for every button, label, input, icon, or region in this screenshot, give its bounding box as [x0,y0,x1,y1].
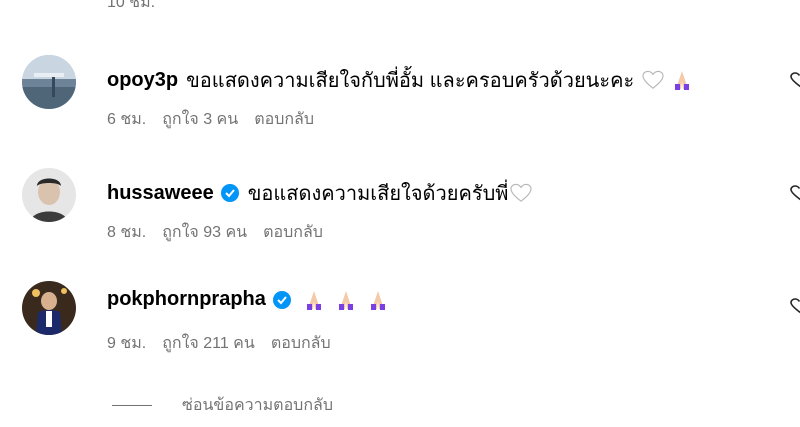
reply-button[interactable]: ตอบกลับ [254,107,314,132]
username[interactable]: pokphornprapha [107,288,266,311]
comment-item: opoy3p ขอแสดงความเสียใจกับพี่อั้ม และครอ… [0,50,800,140]
folded-hands-icon [336,289,356,311]
like-heart-icon[interactable] [788,298,800,314]
verified-badge-icon [220,183,240,203]
avatar[interactable] [22,281,76,335]
like-heart-icon[interactable] [788,185,800,201]
divider [112,405,152,406]
username[interactable]: opoy3p [107,69,178,92]
folded-hands-icon [368,289,388,311]
folded-hands-icon [304,289,324,311]
white-heart-icon [510,183,533,203]
hide-replies-label: ซ่อนข้อความตอบกลับ [182,397,333,414]
folded-hands-icon [672,69,692,91]
comment-time: 8 ชม. [107,224,147,241]
previous-comment-time: 10 ชม. [107,0,156,11]
like-count[interactable]: ถูกใจ 3 คน [162,107,238,132]
like-count[interactable]: ถูกใจ 211 คน [162,331,255,356]
comment-time: 9 ชม. [107,335,147,352]
reply-button[interactable]: ตอบกลับ [263,220,323,245]
like-heart-icon[interactable] [788,72,800,88]
verified-badge-icon [272,290,292,310]
comment-text: ขอแสดงความเสียใจกับพี่อั้ม และครอบครัวด้… [186,70,635,92]
username[interactable]: hussaweee [107,182,214,205]
avatar[interactable] [22,168,76,222]
white-heart-icon [642,70,664,90]
comment-item: hussaweee ขอแสดงความเสียใจด้วยครับพี่ 8 … [0,163,800,253]
reply-button[interactable]: ตอบกลับ [271,331,331,356]
comment-item: pokphornprapha 9 ชม. ถูกใจ 211 คน ตอบกลั… [0,276,800,366]
comment-text: ขอแสดงความเสียใจด้วยครับพี่ [247,183,509,205]
avatar[interactable] [22,55,76,109]
like-count[interactable]: ถูกใจ 93 คน [162,220,247,245]
comment-time: 6 ชม. [107,111,147,128]
hide-replies-button[interactable]: ซ่อนข้อความตอบกลับ [112,393,333,418]
